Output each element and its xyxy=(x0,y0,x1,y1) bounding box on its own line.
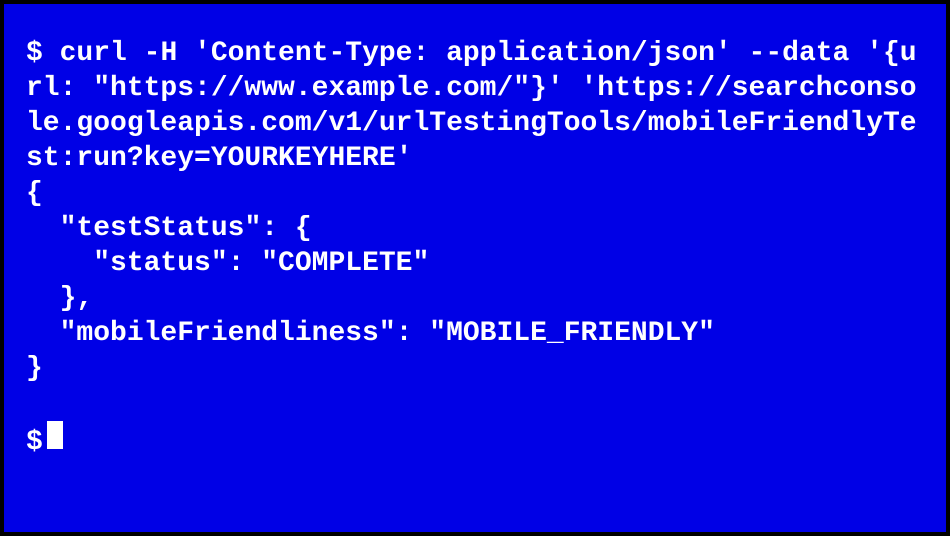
output-line: "testStatus": { xyxy=(26,211,924,246)
command-line: $ curl -H 'Content-Type: application/jso… xyxy=(26,36,924,176)
output-line: { xyxy=(26,176,924,211)
prompt-symbol: $ xyxy=(26,38,43,69)
prompt-line: $ xyxy=(26,421,924,460)
output-line: }, xyxy=(26,281,924,316)
cursor-icon xyxy=(47,421,63,449)
output-line: "mobileFriendliness": "MOBILE_FRIENDLY" xyxy=(26,316,924,351)
command-text: curl -H 'Content-Type: application/json'… xyxy=(26,38,917,174)
output-line: } xyxy=(26,351,924,386)
output-line: "status": "COMPLETE" xyxy=(26,246,924,281)
prompt-symbol: $ xyxy=(26,425,43,460)
terminal-window[interactable]: $ curl -H 'Content-Type: application/jso… xyxy=(4,4,946,532)
blank-line xyxy=(26,386,924,421)
